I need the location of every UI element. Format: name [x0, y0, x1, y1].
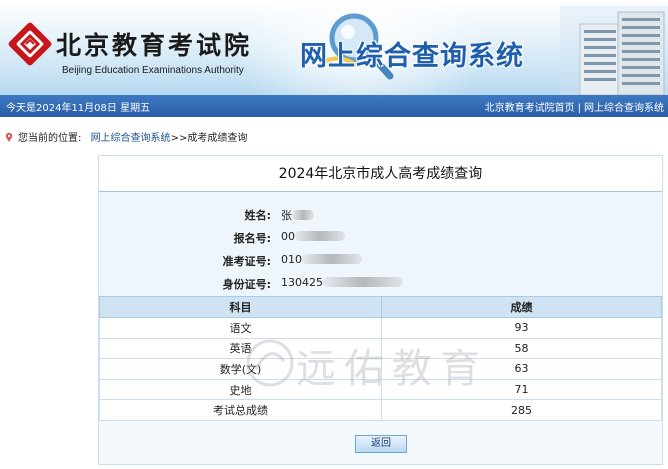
- score-cell: 93: [381, 317, 662, 339]
- table-row: 考试总成绩 285: [99, 399, 662, 421]
- score-table: 科目 成绩 语文 93 英语 58 数学(文) 63 史地 71 考试总成绩 2…: [99, 296, 662, 421]
- system-link[interactable]: 网上综合查询系统: [584, 103, 664, 114]
- registration-value: 00: [281, 230, 345, 243]
- redaction-blur: [292, 210, 314, 220]
- beijing-exam-logo-icon: [8, 22, 52, 66]
- breadcrumb-prefix: 您当前的位置:: [18, 133, 82, 144]
- redaction-blur: [323, 277, 403, 287]
- table-row: 语文 93: [99, 317, 662, 339]
- panel-title: 2024年北京市成人高考成绩查询: [99, 156, 662, 192]
- score-cell: 63: [381, 358, 662, 380]
- subject-cell: 语文: [99, 317, 382, 339]
- info-row-name: 姓名: 张: [99, 203, 662, 225]
- score-header: 成绩: [381, 296, 662, 318]
- info-row-id: 身份证号: 130425: [99, 272, 662, 294]
- location-pin-icon: [5, 132, 13, 142]
- name-label: 姓名:: [244, 209, 271, 222]
- table-header-row: 科目 成绩: [99, 296, 662, 318]
- table-row: 数学(文) 63: [99, 358, 662, 380]
- name-value: 张: [281, 207, 314, 223]
- subject-cell: 数学(文): [99, 358, 382, 380]
- breadcrumb: 您当前的位置: 网上综合查询系统>>成考成绩查询: [4, 129, 247, 144]
- id-value: 130425: [281, 276, 403, 289]
- info-row-ticket: 准考证号: 010: [99, 249, 662, 271]
- score-cell: 71: [381, 378, 662, 401]
- ticket-value: 010: [281, 253, 362, 266]
- breadcrumb-link-system[interactable]: 网上综合查询系统: [91, 133, 171, 144]
- candidate-info: 姓名: 张 报名号: 00 准考证号: 010 身份证号: 130425: [99, 192, 662, 296]
- table-row: 史地 71: [99, 378, 662, 401]
- table-row: 英语 58: [99, 337, 662, 360]
- subject-header: 科目: [99, 296, 382, 318]
- registration-label: 报名号:: [233, 232, 271, 245]
- link-separator: |: [577, 103, 581, 114]
- ticket-label: 准考证号:: [222, 255, 271, 268]
- top-links: 北京教育考试院首页 | 网上综合查询系统: [485, 99, 664, 114]
- back-button[interactable]: 返回: [355, 435, 407, 453]
- score-panel: 2024年北京市成人高考成绩查询 姓名: 张 报名号: 00 准考证号: 010…: [98, 155, 663, 465]
- org-name-en: Beijing Education Examinations Authority: [62, 65, 244, 76]
- score-cell: 58: [381, 337, 662, 360]
- header-banner: 北京教育考试院 Beijing Education Examinations A…: [0, 0, 668, 95]
- subject-cell: 考试总成绩: [99, 399, 382, 421]
- redaction-blur: [295, 231, 345, 241]
- redaction-blur: [302, 254, 362, 264]
- home-link[interactable]: 北京教育考试院首页: [485, 103, 575, 114]
- org-name-cn: 北京教育考试院: [56, 31, 253, 60]
- subject-cell: 英语: [99, 337, 382, 360]
- subject-cell: 史地: [99, 378, 382, 401]
- id-label: 身份证号:: [222, 278, 271, 291]
- current-date: 今天是2024年11月08日 星期五: [6, 103, 151, 114]
- info-row-registration: 报名号: 00: [99, 226, 662, 248]
- status-bar: 今天是2024年11月08日 星期五 北京教育考试院首页 | 网上综合查询系统: [0, 95, 668, 117]
- system-title: 网上综合查询系统: [300, 41, 524, 72]
- breadcrumb-current: >>成考成绩查询: [170, 133, 248, 144]
- building-icon: [560, 6, 668, 95]
- score-cell: 285: [381, 399, 662, 421]
